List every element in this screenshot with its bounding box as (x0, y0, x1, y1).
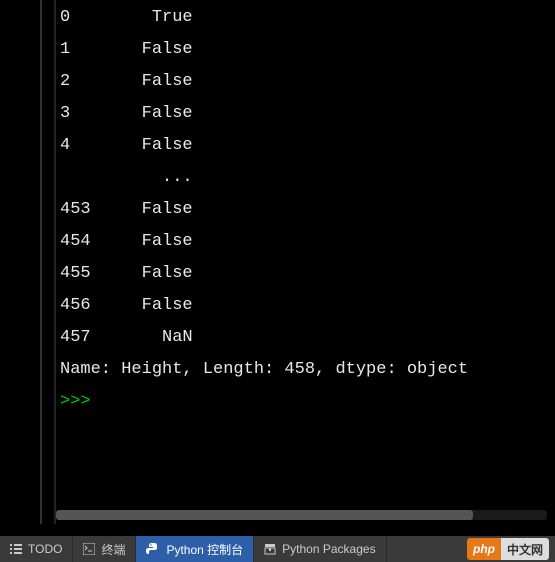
watermark-logo: php 中文网 (467, 538, 549, 560)
tab-python-packages[interactable]: Python Packages (254, 536, 386, 562)
output-row: 4 False (60, 130, 551, 162)
scrollbar-thumb[interactable] (56, 510, 473, 520)
python-console-output[interactable]: 0 True1 False2 False3 False4 False ...45… (56, 0, 555, 524)
logo-left: php (467, 538, 501, 560)
gutter-inner (42, 0, 56, 524)
output-row: 3 False (60, 98, 551, 130)
logo-right: 中文网 (501, 538, 549, 560)
tool-window-tabs: TODO 终端 Python 控制台 Python Packages php 中… (0, 536, 555, 562)
tab-terminal[interactable]: 终端 (73, 536, 136, 562)
terminal-icon (83, 543, 95, 555)
horizontal-scrollbar[interactable] (56, 510, 547, 520)
list-icon (10, 543, 22, 555)
tab-python-console[interactable]: Python 控制台 (136, 536, 254, 562)
output-row: 2 False (60, 66, 551, 98)
output-row: 1 False (60, 34, 551, 66)
tab-label: TODO (28, 542, 62, 556)
output-row: 453 False (60, 194, 551, 226)
output-row: 457 NaN (60, 322, 551, 354)
tab-label: Python Packages (282, 542, 375, 556)
output-row: 0 True (60, 2, 551, 34)
tab-label: Python 控制台 (166, 541, 243, 558)
output-row: 454 False (60, 226, 551, 258)
output-row: 456 False (60, 290, 551, 322)
tab-todo[interactable]: TODO (0, 536, 73, 562)
gutter-outer (0, 0, 42, 524)
output-row: ... (60, 162, 551, 194)
output-row: 455 False (60, 258, 551, 290)
output-summary: Name: Height, Length: 458, dtype: object (60, 354, 551, 386)
python-prompt[interactable]: >>> (60, 386, 551, 418)
packages-icon (264, 543, 276, 555)
python-icon (146, 542, 160, 556)
console-container: 0 True1 False2 False3 False4 False ...45… (0, 0, 555, 524)
tab-label: 终端 (101, 541, 125, 558)
